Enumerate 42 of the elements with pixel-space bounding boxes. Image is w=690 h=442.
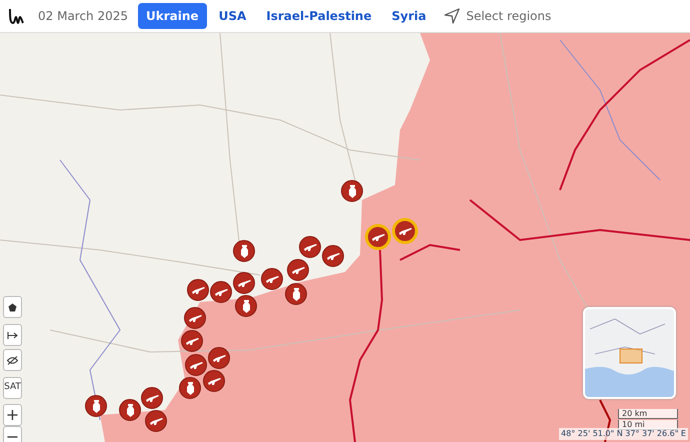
rifle-icon [236, 278, 252, 288]
rifle-icon [184, 336, 200, 346]
bomb-icon [242, 300, 250, 312]
region-tab[interactable]: Ukraine [138, 3, 207, 29]
rifle-icon [214, 287, 228, 297]
rifle-icon [326, 251, 340, 261]
rifle-icon [302, 242, 318, 252]
hide-button[interactable] [3, 349, 22, 371]
logo-icon[interactable] [8, 7, 24, 25]
bomb-icon [348, 184, 356, 198]
zoom-in-button[interactable]: + [3, 404, 22, 426]
polygon-tool-button[interactable] [3, 296, 22, 318]
bomb-icon [292, 288, 300, 300]
arrow-bar-icon [7, 332, 18, 338]
zoom-out-button[interactable]: − [3, 426, 22, 442]
rifle-icon [370, 232, 386, 242]
eye-slash-icon [7, 356, 18, 364]
scale-label: 20 km [618, 409, 678, 419]
rifle-icon [188, 360, 204, 370]
select-regions-button[interactable]: Select regions [444, 7, 552, 25]
date-label: 02 March 2025 [38, 8, 128, 25]
rifle-icon [398, 226, 412, 236]
navigation-arrow-icon [444, 8, 460, 24]
region-tab[interactable]: Syria [384, 3, 434, 29]
rifle-icon [290, 265, 306, 275]
region-tab[interactable]: USA [210, 3, 254, 29]
coordinates-label: 48° 25' 51.0" N 37° 37' 26.6" E [559, 428, 688, 440]
rifle-icon [212, 353, 226, 363]
bomb-icon [92, 400, 100, 412]
pentagon-icon [8, 302, 17, 312]
rifle-icon [206, 376, 222, 386]
region-tab[interactable]: Israel-Palestine [258, 3, 380, 29]
measure-button[interactable] [3, 324, 22, 346]
rifle-icon [144, 393, 160, 403]
rifle-icon [264, 274, 280, 284]
bomb-icon [126, 404, 134, 416]
rifle-icon [188, 313, 202, 323]
bomb-icon [186, 382, 194, 394]
bomb-icon [240, 244, 248, 258]
satellite-button[interactable]: SAT [3, 377, 22, 399]
rifle-icon [190, 285, 206, 295]
rifle-icon [148, 416, 164, 426]
